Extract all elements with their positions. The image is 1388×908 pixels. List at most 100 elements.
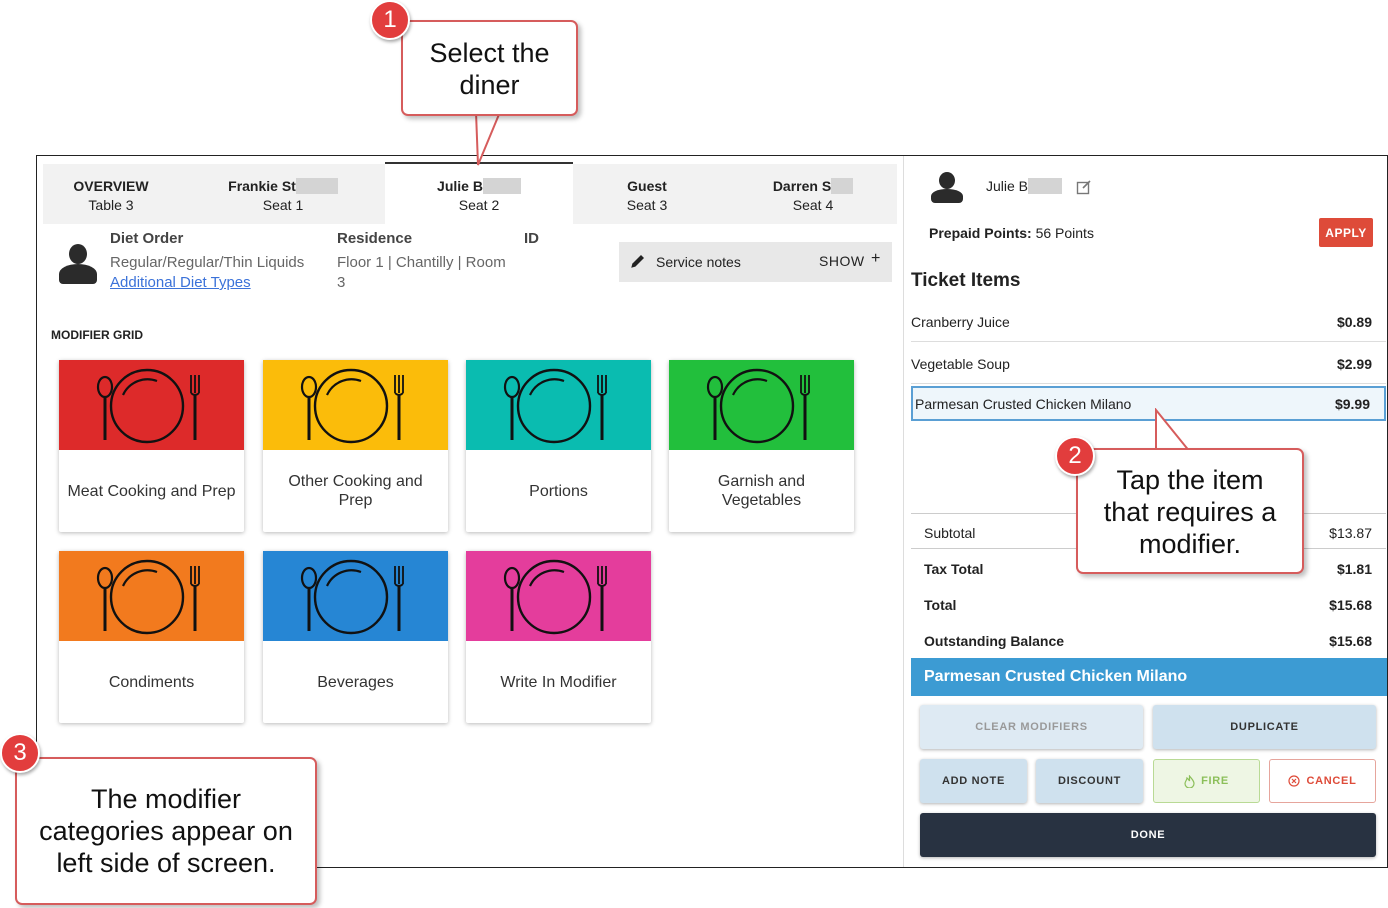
residence-value-2: 3 [337, 274, 346, 291]
modifier-label: Beverages [317, 673, 394, 691]
redaction [831, 178, 854, 194]
apply-button[interactable]: APPLY [1319, 218, 1373, 247]
modifier-label: Portions [529, 482, 588, 500]
tab-seat-4[interactable]: Darren S Seat 4 [753, 164, 873, 224]
callout-text: Tap the item [1116, 465, 1264, 495]
modifier-color-band [59, 360, 244, 450]
subtotal-label: Subtotal [924, 525, 976, 541]
modifier-label: Condiments [108, 673, 195, 691]
plate-fork-spoon-icon [96, 559, 200, 635]
diner-tabs: OVERVIEW Table 3 Frankie St Seat 1 Julie… [43, 162, 897, 226]
subtotal-value: $13.87 [1329, 525, 1372, 541]
service-notes-label: Service notes [656, 254, 741, 270]
step-badge: 2 [1055, 436, 1095, 476]
modifier-color-band [466, 360, 651, 450]
modifier-portions-card[interactable]: Portions [466, 360, 651, 532]
modifier-other-cooking-card[interactable]: Other Cooking and Prep [263, 360, 448, 532]
tab-label: OVERVIEW [73, 178, 149, 194]
ticket-items-title: Ticket Items [911, 270, 1021, 291]
plate-fork-spoon-icon [300, 559, 404, 635]
step-badge: 3 [0, 733, 40, 773]
expand-icon[interactable]: + [871, 250, 880, 268]
redaction [482, 178, 521, 194]
service-notes-bar[interactable]: Service notes SHOW + [619, 242, 892, 282]
modifier-label: Garnish and Vegetables [717, 473, 806, 509]
discount-button[interactable]: DISCOUNT [1036, 759, 1143, 803]
pencil-icon [631, 255, 644, 268]
tax-label: Tax Total [924, 561, 984, 577]
tab-label: Frankie St [228, 178, 296, 194]
modifier-meat-cooking-card[interactable]: Meat Cooking and Prep [59, 360, 244, 532]
diet-order-label: Diet Order [110, 230, 184, 247]
ticket-item-price: $2.99 [1336, 356, 1372, 372]
ticket-diner-name: Julie B [986, 178, 1029, 194]
ticket-item-name: Parmesan Crusted Chicken Milano [915, 396, 1132, 412]
tab-sub: Seat 3 [626, 197, 668, 213]
ticket-item-name: Vegetable Soup [911, 356, 1010, 372]
total-value: $15.68 [1329, 597, 1372, 613]
callout-select-diner: Select the diner [401, 20, 578, 116]
additional-diet-types-link[interactable]: Additional Diet Types [110, 274, 251, 291]
ticket-item-name: Cranberry Juice [911, 314, 1010, 330]
callout-tap-item: Tap the item that requires a modifier. [1076, 448, 1304, 574]
callout-text: categories appear on [39, 816, 293, 846]
avatar [931, 172, 963, 204]
tab-label: Guest [627, 178, 667, 194]
total-row: Total $15.68 [911, 586, 1386, 622]
modifier-grid-title: MODIFIER GRID [51, 328, 143, 342]
fire-button[interactable]: FIRE [1153, 759, 1260, 803]
plate-fork-spoon-icon [706, 368, 810, 444]
tab-sub: Seat 2 [458, 197, 500, 213]
prepaid-points-label: Prepaid Points: [929, 225, 1032, 241]
total-label: Total [924, 597, 957, 613]
plate-fork-spoon-icon [503, 559, 607, 635]
callout-text: modifier. [1138, 529, 1242, 559]
done-button[interactable]: DONE [920, 813, 1376, 857]
balance-label: Outstanding Balance [924, 633, 1065, 649]
modifier-color-band [263, 551, 448, 641]
tab-label: Julie B [437, 178, 483, 194]
duplicate-button[interactable]: DUPLICATE [1153, 705, 1376, 749]
ticket-item-selected[interactable]: Parmesan Crusted Chicken Milano $9.99 [911, 386, 1386, 421]
tab-seat-2[interactable]: Julie B Seat 2 [385, 162, 573, 226]
tab-sub: Table 3 [88, 197, 134, 213]
modifier-color-band [466, 551, 651, 641]
plate-fork-spoon-icon [300, 368, 404, 444]
clear-modifiers-button[interactable]: CLEAR MODIFIERS [920, 705, 1143, 749]
id-label: ID [524, 230, 539, 247]
modifier-label: Other Cooking and Prep [288, 473, 423, 509]
modifier-write-in-card[interactable]: Write In Modifier [466, 551, 651, 723]
residence-label: Residence [337, 230, 413, 247]
add-note-button[interactable]: ADD NOTE [920, 759, 1027, 803]
plate-fork-spoon-icon [96, 368, 200, 444]
modifier-condiments-card[interactable]: Condiments [59, 551, 244, 723]
callout-text: that requires a [1103, 497, 1277, 527]
ticket-item[interactable]: Vegetable Soup $2.99 [911, 344, 1386, 384]
residence-value: Floor 1 | Chantilly | Room [337, 254, 506, 271]
modifier-beverages-card[interactable]: Beverages [263, 551, 448, 723]
modifier-label: Write In Modifier [500, 673, 617, 691]
tab-seat-1[interactable]: Frankie St Seat 1 [213, 164, 353, 224]
plate-fork-spoon-icon [503, 368, 607, 444]
redaction [1028, 178, 1063, 194]
avatar [57, 244, 99, 286]
cancel-button[interactable]: CANCEL [1269, 759, 1376, 803]
panel-divider [903, 156, 904, 867]
fire-label: FIRE [1201, 775, 1229, 787]
modifier-color-band [263, 360, 448, 450]
selected-item-header: Parmesan Crusted Chicken Milano [911, 658, 1387, 696]
callout-pointer [474, 112, 502, 166]
tab-seat-3[interactable]: Guest Seat 3 [595, 164, 699, 224]
diet-order-value: Regular/Regular/Thin Liquids [110, 254, 305, 271]
callout-text: left side of screen. [56, 848, 276, 878]
prepaid-points-value: 56 Points [1035, 225, 1094, 241]
edit-icon[interactable] [1076, 179, 1092, 195]
ticket-item[interactable]: Cranberry Juice $0.89 [911, 302, 1386, 342]
modifier-garnish-card[interactable]: Garnish and Vegetables [669, 360, 854, 532]
tab-overview[interactable]: OVERVIEW Table 3 [43, 164, 179, 224]
callout-text: Select the [429, 38, 550, 68]
ticket-item-price: $0.89 [1336, 314, 1372, 330]
show-notes-button[interactable]: SHOW [819, 253, 865, 269]
tab-sub: Seat 4 [792, 197, 834, 213]
step-badge: 1 [370, 0, 410, 40]
